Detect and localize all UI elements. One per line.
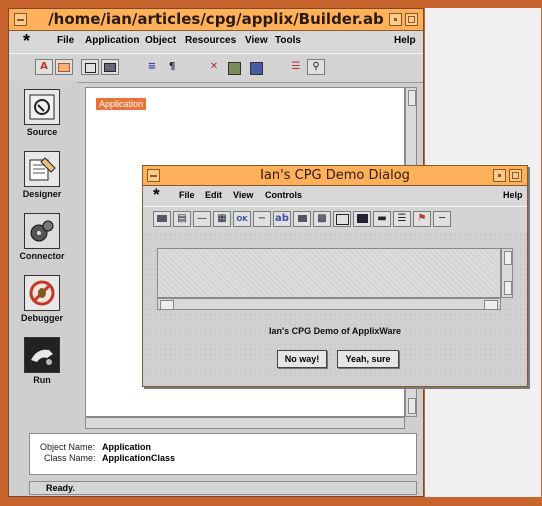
dialog-vertical-scrollbar[interactable]: [501, 248, 513, 298]
palette-debugger[interactable]: Debugger: [9, 275, 75, 323]
frame-icon[interactable]: [55, 59, 73, 75]
status-text: Ready.: [46, 483, 75, 493]
align-icon[interactable]: ≡: [143, 59, 161, 75]
menu-application[interactable]: Application: [85, 35, 139, 46]
dialog-image-icon[interactable]: [293, 211, 311, 227]
box-icon[interactable]: [81, 59, 99, 75]
grid-icon[interactable]: [247, 59, 265, 75]
dialog-menu-bar: * File Edit View Controls Help: [143, 185, 527, 206]
image-icon[interactable]: [101, 59, 119, 75]
slider-icon[interactable]: −: [253, 211, 271, 227]
dropdown-icon[interactable]: ▦: [213, 211, 231, 227]
menu-tools[interactable]: Tools: [275, 35, 301, 46]
palette-connector-label: Connector: [19, 251, 65, 261]
dialog-text-area[interactable]: [157, 248, 501, 298]
builder-title: /home/ian/articles/cpg/applix/Builder.ab: [48, 10, 384, 28]
menu-file[interactable]: File: [57, 35, 74, 46]
palette-run[interactable]: Run: [9, 337, 75, 385]
dialog-menu-file[interactable]: File: [179, 190, 195, 200]
dialog-logo-icon: *: [153, 185, 160, 204]
palette-designer-label: Designer: [22, 189, 62, 199]
builder-menu-bar: * File Application Object Resources View…: [9, 31, 423, 53]
component-palette: Source Designer Connector Debugger Run: [9, 81, 77, 421]
canvas-horizontal-scrollbar[interactable]: [85, 417, 405, 429]
minimize-button[interactable]: [389, 13, 402, 26]
application-tag[interactable]: Application: [96, 98, 147, 110]
ok-button-icon[interactable]: OK: [233, 211, 251, 227]
palette-designer[interactable]: Designer: [9, 151, 75, 199]
palette-source-label: Source: [26, 127, 58, 137]
label-icon[interactable]: [153, 211, 171, 227]
palette-connector[interactable]: Connector: [9, 213, 75, 261]
maximize-button[interactable]: [405, 13, 418, 26]
debugger-icon: [24, 275, 60, 311]
class-name-label: Class Name:: [44, 453, 96, 463]
dialog-message: Ian's CPG Demo of ApplixWare: [269, 326, 401, 336]
dialog-menu-edit[interactable]: Edit: [205, 190, 222, 200]
run-icon: [24, 337, 60, 373]
menu-view[interactable]: View: [245, 35, 268, 46]
object-name-label: Object Name:: [40, 442, 96, 452]
dialog-menu-view[interactable]: View: [233, 190, 253, 200]
line-icon[interactable]: ─: [433, 211, 451, 227]
paste-icon[interactable]: [225, 59, 243, 75]
demo-dialog-window: Ian's CPG Demo Dialog * File Edit View C…: [142, 165, 528, 387]
dialog-title: Ian's CPG Demo Dialog: [260, 168, 410, 183]
palette-source[interactable]: Source: [9, 89, 75, 137]
dialog-minimize-button[interactable]: [493, 169, 506, 182]
designer-icon: [24, 151, 60, 187]
status-bar: Ready.: [29, 481, 417, 495]
palette-run-label: Run: [33, 375, 51, 385]
menu-object[interactable]: Object: [145, 35, 176, 46]
source-icon: [24, 89, 60, 125]
yeah-sure-button[interactable]: Yeah, sure: [337, 350, 399, 368]
dialog-maximize-button[interactable]: [509, 169, 522, 182]
dialog-toolbar: ▤ — ▦ OK − ab ▩ ▬ ☰ ⚑ ─: [143, 206, 527, 234]
text-style-icon[interactable]: A: [35, 59, 53, 75]
builder-toolbar: A ≡ ¶ ✕ ☰ ⚲: [9, 53, 423, 83]
find-icon[interactable]: ⚲: [307, 59, 325, 75]
dialog-frame-icon[interactable]: [333, 211, 351, 227]
app-logo-icon: *: [23, 31, 31, 51]
listbox-icon[interactable]: ▤: [173, 211, 191, 227]
separator-icon[interactable]: —: [193, 211, 211, 227]
list-icon[interactable]: ☰: [287, 59, 305, 75]
builder-title-bar[interactable]: /home/ian/articles/cpg/applix/Builder.ab: [9, 9, 423, 31]
paragraph-icon[interactable]: ¶: [163, 59, 181, 75]
dialog-horizontal-scrollbar[interactable]: [157, 298, 501, 310]
table-icon[interactable]: ▩: [313, 211, 331, 227]
menu-help[interactable]: Help: [394, 35, 416, 46]
text-field-icon[interactable]: ab: [273, 211, 291, 227]
class-name-value: ApplicationClass: [102, 453, 176, 463]
palette-debugger-label: Debugger: [20, 313, 63, 323]
dialog-list-icon[interactable]: ☰: [393, 211, 411, 227]
scrollbar-icon[interactable]: ▬: [373, 211, 391, 227]
dialog-menu-help[interactable]: Help: [503, 190, 523, 200]
dialog-title-bar[interactable]: Ian's CPG Demo Dialog: [143, 166, 527, 186]
menu-resources[interactable]: Resources: [185, 35, 236, 46]
object-info-panel: Object Name: Application Class Name: App…: [29, 433, 417, 475]
dialog-body: Ian's CPG Demo of ApplixWare No way! Yea…: [143, 232, 527, 386]
tree-icon[interactable]: ⚑: [413, 211, 431, 227]
object-name-value: Application: [102, 442, 151, 452]
no-way-button[interactable]: No way!: [277, 350, 327, 368]
cut-icon[interactable]: ✕: [205, 59, 223, 75]
panel-icon[interactable]: [353, 211, 371, 227]
connector-icon: [24, 213, 60, 249]
dialog-menu-controls[interactable]: Controls: [265, 190, 302, 200]
